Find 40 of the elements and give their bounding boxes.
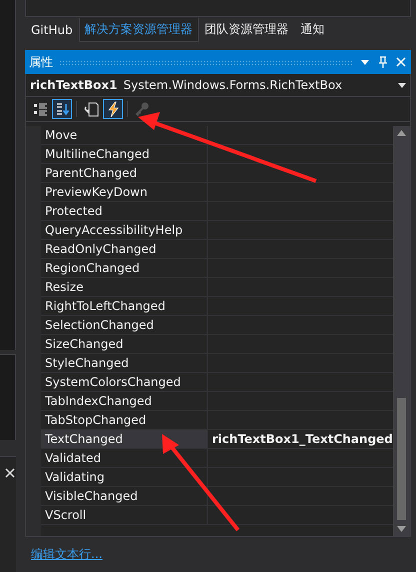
- panel-tab[interactable]: GitHub: [25, 18, 79, 42]
- event-name[interactable]: SizeChanged: [41, 335, 208, 354]
- panel-tab[interactable]: 团队资源管理器: [198, 18, 295, 42]
- panel-title: 属性: [29, 54, 53, 70]
- panel-tab[interactable]: 解决方案资源管理器: [78, 18, 199, 42]
- event-name[interactable]: SelectionChanged: [41, 316, 208, 335]
- event-name[interactable]: RightToLeftChanged: [41, 297, 208, 316]
- page-wrench-icon: [83, 101, 99, 117]
- dropdown-icon: [398, 82, 406, 88]
- event-name[interactable]: PreviewKeyDown: [41, 183, 208, 202]
- event-name[interactable]: ReadOnlyChanged: [41, 240, 208, 259]
- sort-icon: [54, 101, 70, 117]
- event-name[interactable]: MultilineChanged: [41, 145, 208, 164]
- event-name[interactable]: SystemColorsChanged: [41, 373, 208, 392]
- close-icon[interactable]: [4, 467, 16, 479]
- pin-icon[interactable]: [376, 55, 389, 69]
- sort-button[interactable]: [52, 99, 72, 119]
- edit-lines-link[interactable]: 编辑文本行...: [31, 546, 102, 563]
- scroll-down-icon[interactable]: [396, 526, 406, 532]
- event-name[interactable]: Resize: [41, 278, 208, 297]
- event-name[interactable]: Move: [41, 126, 208, 145]
- event-name[interactable]: TabIndexChanged: [41, 392, 208, 411]
- event-name[interactable]: VisibleChanged: [41, 487, 208, 506]
- event-name[interactable]: VScroll: [41, 506, 208, 525]
- event-name[interactable]: ParentChanged: [41, 164, 208, 183]
- event-name[interactable]: RegionChanged: [41, 259, 208, 278]
- event-handler[interactable]: richTextBox1_TextChanged: [208, 430, 393, 449]
- event-name[interactable]: Validating: [41, 468, 208, 487]
- list-icon: [32, 101, 48, 117]
- key-icon: [134, 101, 150, 117]
- panel-tab[interactable]: 通知: [294, 18, 331, 42]
- event-name[interactable]: QueryAccessibilityHelp: [41, 221, 208, 240]
- event-name[interactable]: StyleChanged: [41, 354, 208, 373]
- scroll-thumb[interactable]: [396, 398, 406, 520]
- scrollbar[interactable]: [392, 126, 410, 536]
- lightning-button[interactable]: [103, 99, 123, 119]
- event-name[interactable]: TextChanged: [41, 430, 208, 449]
- event-name[interactable]: Protected: [41, 202, 208, 221]
- scroll-up-icon[interactable]: [396, 130, 406, 136]
- object-selector[interactable]: richTextBox1 System.Windows.Forms.RichTextBox: [25, 74, 411, 97]
